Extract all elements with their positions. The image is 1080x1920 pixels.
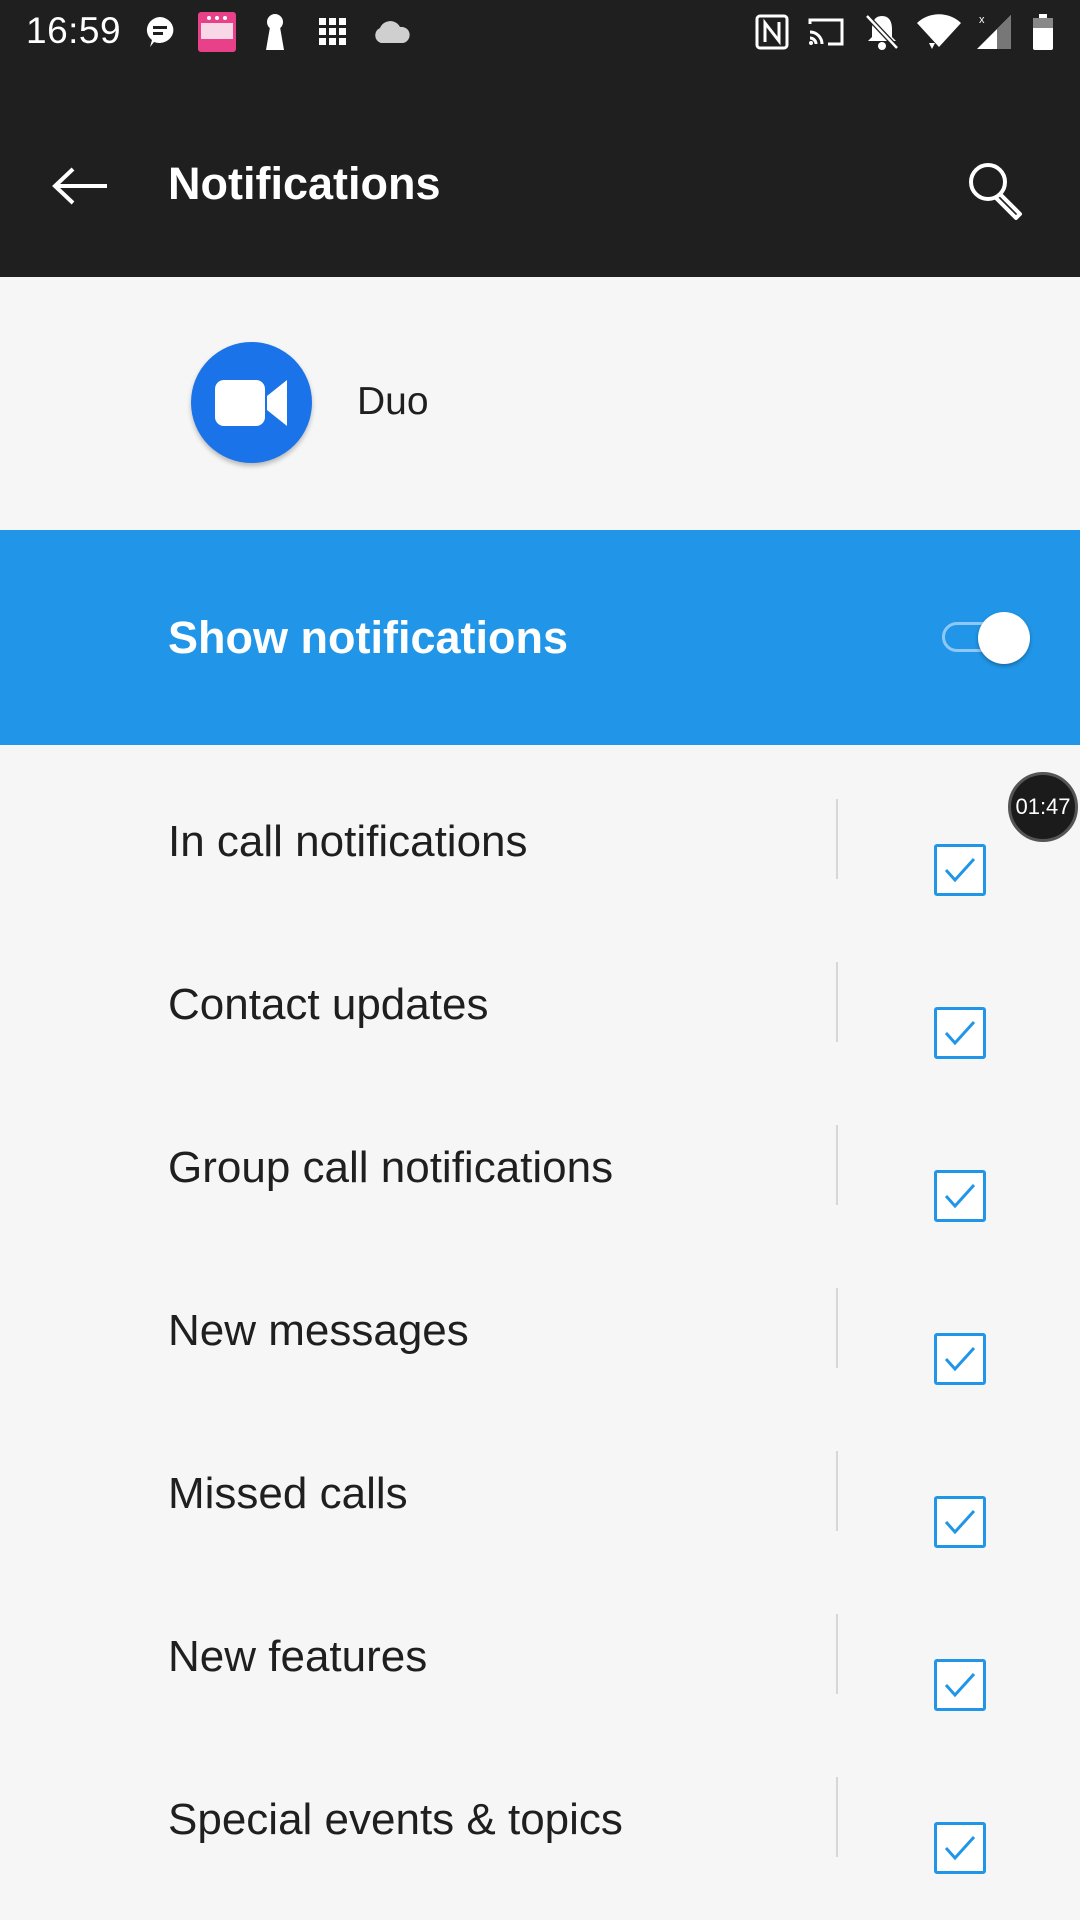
notification-categories-list: In call notifications Contact updates Gr… [0, 765, 1080, 1906]
show-notifications-label: Show notifications [168, 612, 568, 663]
cloud-icon [370, 12, 412, 52]
list-item-label: Missed calls [168, 1469, 408, 1518]
list-item[interactable]: Contact updates [0, 928, 1080, 1091]
app-name: Duo [357, 380, 429, 423]
checkmark-icon [944, 1672, 976, 1698]
checkbox[interactable] [934, 844, 986, 896]
checkbox[interactable] [934, 1007, 986, 1059]
checkbox[interactable] [934, 1659, 986, 1711]
divider [836, 799, 838, 879]
video-camera-icon [214, 379, 287, 426]
nfc-icon [752, 12, 792, 52]
signal-icon: x [974, 12, 1014, 52]
checkmark-icon [944, 857, 976, 883]
app-icon [191, 342, 312, 463]
show-notifications-toggle[interactable] [940, 610, 1030, 666]
arrow-left-icon [52, 167, 107, 205]
list-item-label: Group call notifications [168, 1143, 614, 1192]
list-item[interactable]: New messages [0, 1254, 1080, 1417]
list-item-label: Contact updates [168, 980, 489, 1029]
wifi-icon [914, 12, 964, 52]
list-item-label: In call notifications [168, 817, 528, 866]
list-item[interactable]: In call notifications [0, 765, 1080, 928]
status-bar: 16:59 x [0, 0, 1080, 66]
back-button[interactable] [40, 156, 120, 216]
page-title: Notifications [168, 158, 441, 209]
checkbox[interactable] [934, 1333, 986, 1385]
divider [836, 1451, 838, 1531]
list-item[interactable]: Special events & topics [0, 1743, 1080, 1906]
divider [836, 1614, 838, 1694]
svg-text:x: x [979, 14, 985, 26]
search-button[interactable] [956, 150, 1036, 230]
checkmark-icon [944, 1346, 976, 1372]
checkbox[interactable] [934, 1822, 986, 1874]
list-item-label: New features [168, 1632, 428, 1681]
chat-bubble-icon [140, 12, 180, 52]
checkmark-icon [944, 1020, 976, 1046]
checkmark-icon [944, 1835, 976, 1861]
app-bar: Notifications [0, 66, 1080, 277]
search-icon [969, 163, 1022, 220]
timer-bubble[interactable]: 01:47 [1008, 772, 1078, 842]
list-item-label: New messages [168, 1306, 469, 1355]
cast-icon [804, 12, 848, 52]
battery-icon [1028, 12, 1058, 52]
bell-off-icon [862, 12, 902, 52]
checkbox[interactable] [934, 1170, 986, 1222]
checkmark-icon [944, 1509, 976, 1535]
photo-app-icon [196, 12, 238, 52]
checkmark-icon [944, 1183, 976, 1209]
list-item-label: Special events & topics [168, 1795, 623, 1844]
grid-icon [316, 12, 350, 52]
status-time: 16:59 [26, 10, 122, 51]
divider [836, 962, 838, 1042]
app-header: Duo [0, 277, 1080, 530]
show-notifications-row[interactable]: Show notifications [0, 530, 1080, 745]
checkbox[interactable] [934, 1496, 986, 1548]
divider [836, 1288, 838, 1368]
list-item[interactable]: Missed calls [0, 1417, 1080, 1580]
list-item[interactable]: Group call notifications [0, 1091, 1080, 1254]
toggle-thumb [978, 612, 1030, 664]
divider [836, 1125, 838, 1205]
list-item[interactable]: New features [0, 1580, 1080, 1743]
divider [836, 1777, 838, 1857]
keyhole-icon [260, 12, 290, 52]
